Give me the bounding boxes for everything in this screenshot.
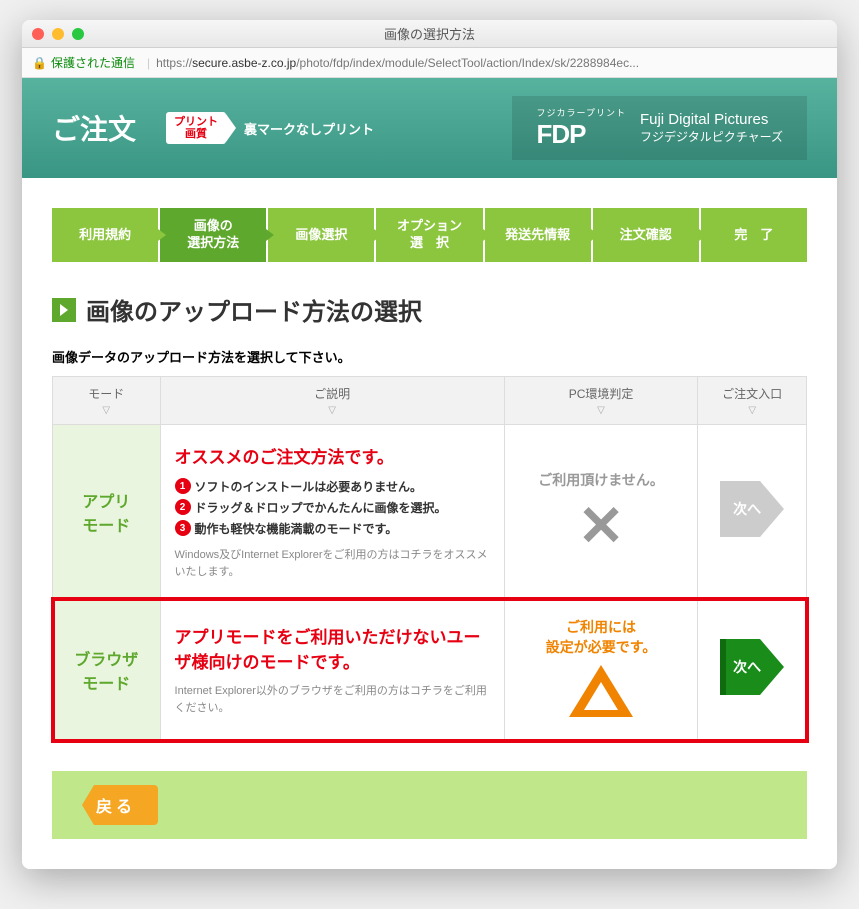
env-status-cell: ご利用頂けません。 ✕ — [504, 425, 698, 599]
triangle-icon — [569, 665, 633, 717]
fdp-logo-block: フジカラープリント FDP Fuji Digital Pictures フジデジ… — [512, 96, 807, 160]
description-cell: オススメのご注文方法です。1ソフトのインストールは必要ありません。2ドラッグ＆ド… — [160, 425, 504, 599]
window-maximize-button[interactable] — [72, 28, 84, 40]
step-5[interactable]: 注文確認 — [593, 208, 699, 262]
sort-icon: ▽ — [748, 405, 756, 416]
lock-icon: 🔒 — [32, 56, 47, 70]
section-title: 画像のアップロード方法の選択 — [52, 292, 807, 327]
action-cell: 次へ — [698, 599, 807, 741]
arrow-icon — [226, 114, 236, 142]
section-subtitle: 画像データのアップロード方法を選択して下さい。 — [52, 347, 807, 366]
table-row: ブラウザモードアプリモードをご利用いただけないユーザ様向けのモードです。 Inte… — [53, 599, 807, 741]
back-button[interactable]: 戻る — [82, 785, 158, 825]
step-1[interactable]: 画像の選択方法 — [160, 208, 266, 262]
step-nav: 利用規約画像の選択方法画像選択オプション選 択発送先情報注文確認完 了 — [52, 208, 807, 262]
browser-window: 画像の選択方法 🔒 保護された通信 | https://secure.asbe-… — [22, 20, 837, 869]
sort-icon: ▽ — [328, 405, 336, 416]
table-row: アプリモードオススメのご注文方法です。1ソフトのインストールは必要ありません。2… — [53, 425, 807, 599]
window-minimize-button[interactable] — [52, 28, 64, 40]
mode-table: モード▽ご説明▽PC環境判定▽ご注文入口▽ アプリモードオススメのご注文方法です… — [52, 376, 807, 741]
print-badge: プリント画質 裏マークなしプリント — [166, 112, 374, 144]
next-button[interactable]: 次へ — [716, 631, 788, 703]
main-content: 利用規約画像の選択方法画像選択オプション選 択発送先情報注文確認完 了 画像のア… — [22, 178, 837, 869]
env-message: ご利用には設定が必要です。 — [519, 617, 684, 657]
step-2[interactable]: 画像選択 — [268, 208, 374, 262]
action-cell: 次へ — [698, 425, 807, 599]
secure-label: 保護された通信 — [51, 54, 135, 71]
play-icon — [52, 298, 76, 322]
sort-icon: ▽ — [102, 405, 110, 416]
window-title: 画像の選択方法 — [22, 24, 837, 43]
col-header: ご説明▽ — [160, 377, 504, 425]
header-title: ご注文 — [52, 108, 136, 148]
col-header: PC環境判定▽ — [504, 377, 698, 425]
desc-title: オススメのご注文方法です。 — [175, 443, 490, 468]
titlebar: 画像の選択方法 — [22, 20, 837, 48]
next-button: 次へ — [716, 473, 788, 545]
env-status-cell: ご利用には設定が必要です。 — [504, 599, 698, 741]
step-6[interactable]: 完 了 — [701, 208, 807, 262]
mode-label: アプリモード — [53, 425, 161, 599]
env-message: ご利用頂けません。 — [519, 470, 684, 490]
sort-icon: ▽ — [597, 405, 605, 416]
address-bar[interactable]: 🔒 保護された通信 | https://secure.asbe-z.co.jp/… — [22, 48, 837, 78]
number-badge-icon: 1 — [175, 478, 191, 494]
desc-note: Internet Explorer以外のブラウザをご利用の方はコチラをご利用くだ… — [175, 683, 490, 716]
desc-note: Windows及びInternet Explorerをご利用の方はコチラをオスス… — [175, 547, 490, 580]
mode-label: ブラウザモード — [53, 599, 161, 741]
step-4[interactable]: 発送先情報 — [485, 208, 591, 262]
step-3[interactable]: オプション選 択 — [376, 208, 482, 262]
col-header: ご注文入口▽ — [698, 377, 807, 425]
number-badge-icon: 3 — [175, 520, 191, 536]
window-close-button[interactable] — [32, 28, 44, 40]
description-cell: アプリモードをご利用いただけないユーザ様向けのモードです。 Internet Ex… — [160, 599, 504, 741]
desc-title: アプリモードをご利用いただけないユーザ様向けのモードです。 — [175, 623, 490, 673]
footer-bar: 戻る — [52, 771, 807, 839]
x-icon: ✕ — [519, 498, 684, 554]
url-text: https://secure.asbe-z.co.jp/photo/fdp/in… — [156, 56, 639, 70]
step-0[interactable]: 利用規約 — [52, 208, 158, 262]
col-header: モード▽ — [53, 377, 161, 425]
page-header: ご注文 プリント画質 裏マークなしプリント フジカラープリント FDP Fuji… — [22, 78, 837, 178]
number-badge-icon: 2 — [175, 499, 191, 515]
